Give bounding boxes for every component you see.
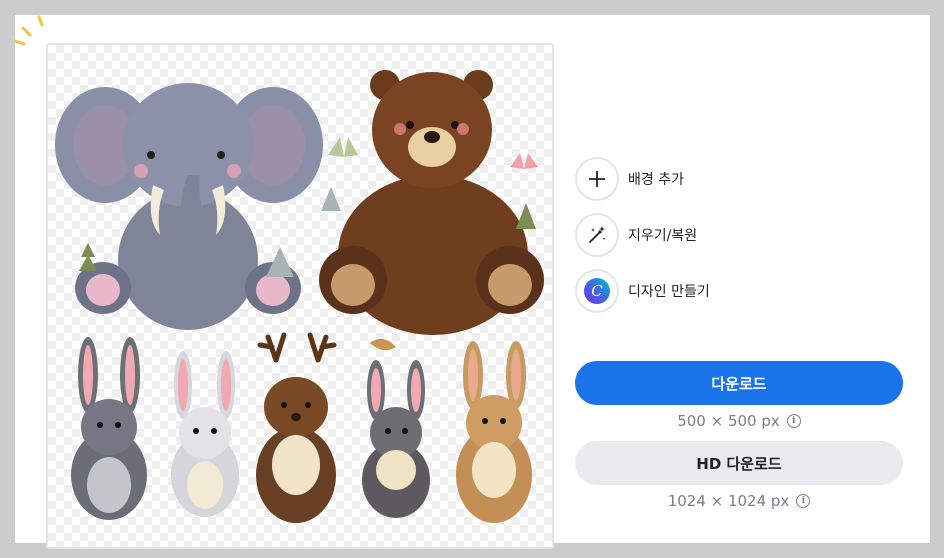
magic-wand-icon — [575, 213, 619, 257]
rabbit-figure-4 — [456, 341, 532, 523]
plus-icon — [575, 157, 619, 201]
download-button[interactable]: 다운로드 — [575, 361, 903, 405]
rabbit-figure-1 — [71, 337, 147, 520]
bear-figure — [319, 70, 544, 335]
rabbit-figure-2 — [171, 351, 239, 517]
hd-download-size-info: 1024 × 1024 px i — [575, 492, 903, 510]
svg-text:C: C — [591, 282, 603, 300]
canva-logo-icon: C — [575, 269, 619, 313]
animals-illustration — [55, 70, 544, 523]
erase-restore-tool[interactable]: 지우기/복원 — [575, 213, 697, 257]
info-icon[interactable]: i — [786, 414, 801, 428]
hd-download-button[interactable]: HD 다운로드 — [575, 441, 903, 485]
create-design-tool[interactable]: C 디자인 만들기 — [575, 269, 710, 313]
create-design-label: 디자인 만들기 — [628, 284, 710, 300]
deer-figure — [256, 332, 337, 523]
download-size-text: 500 × 500 px — [677, 412, 780, 430]
rabbit-figure-3 — [362, 360, 430, 518]
add-background-label: 배경 추가 — [628, 172, 684, 188]
image-preview — [46, 43, 554, 549]
elephant-figure — [55, 83, 323, 330]
add-background-tool[interactable]: 배경 추가 — [575, 157, 684, 201]
hd-download-size-text: 1024 × 1024 px — [667, 492, 790, 510]
info-icon[interactable]: i — [796, 494, 811, 508]
sparkle-icon — [13, 15, 44, 46]
erase-restore-label: 지우기/복원 — [628, 228, 698, 244]
download-size-info: 500 × 500 px i — [575, 412, 903, 430]
